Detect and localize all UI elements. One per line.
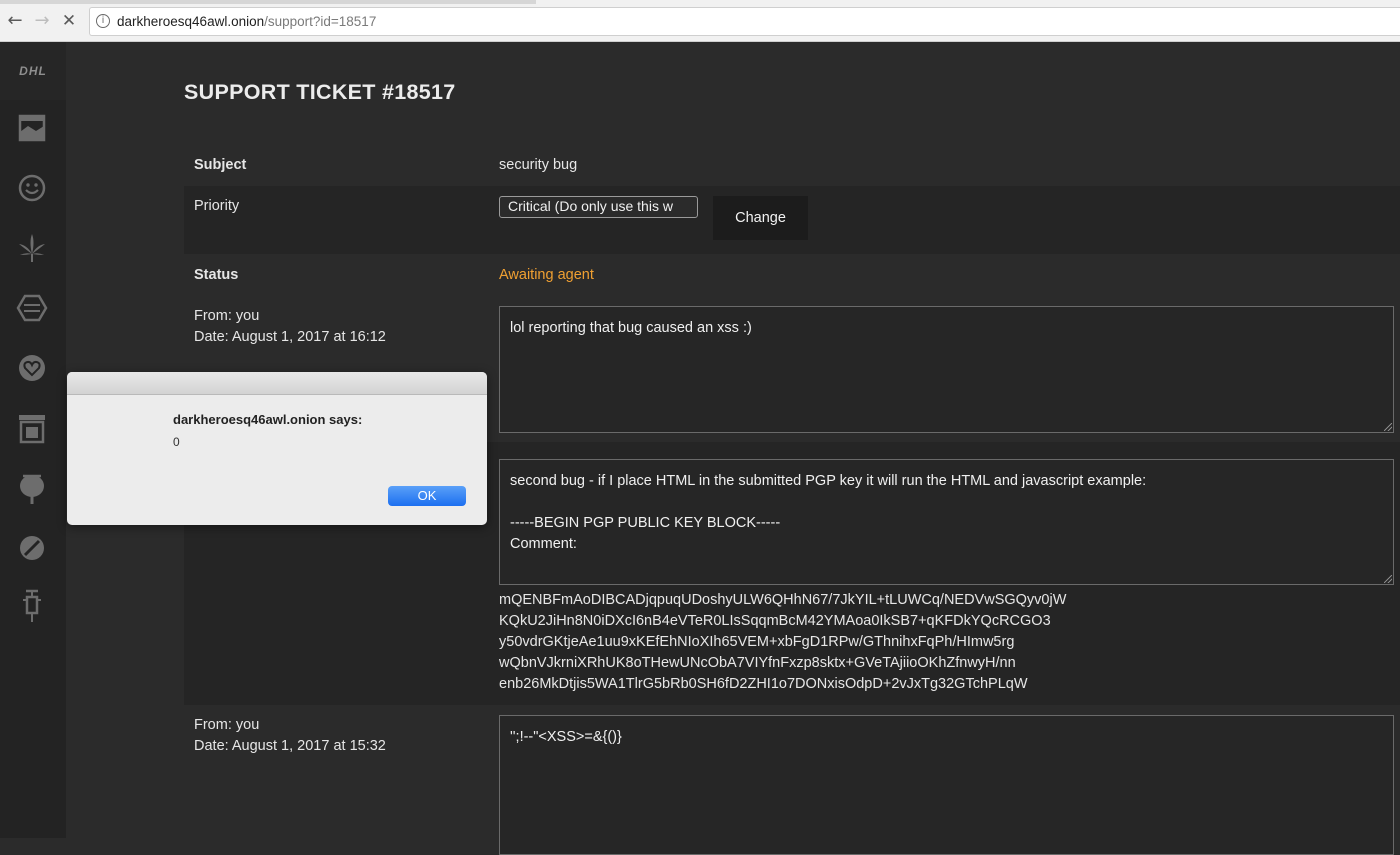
dialog-titlebar[interactable] — [67, 372, 487, 395]
subject-label: Subject — [194, 157, 247, 173]
ok-button[interactable]: OK — [388, 486, 466, 506]
pgp-line: wQbnVJkrniXRhUK8oTHewUNcObA7VIYfnFxzp8sk… — [499, 655, 1016, 671]
status-label: Status — [194, 267, 239, 283]
message-from: From: you — [194, 717, 260, 733]
message-body-text: '';!--"<XSS>=&{()} — [510, 729, 622, 745]
tab-strip — [0, 0, 1400, 4]
smiley-icon[interactable] — [14, 170, 50, 206]
url-host: darkheroesq46awl.onion — [117, 14, 265, 29]
resize-handle-icon[interactable] — [1384, 575, 1392, 583]
pgp-key-text: mQENBFmAoDIBCADjqpuqUDoshyULW6QHhN67/7Jk… — [499, 590, 1066, 695]
url-text[interactable]: darkheroesq46awl.onion/support?id=18517 — [117, 14, 376, 29]
site-logo[interactable]: DHL — [0, 42, 66, 100]
change-priority-button[interactable]: Change — [713, 196, 808, 240]
page-title: SUPPORT TICKET #18517 — [184, 80, 456, 104]
alert-dialog: darkheroesq46awl.onion says: 0 OK — [67, 372, 487, 525]
status-value: Awaiting agent — [499, 267, 594, 283]
dialog-title: darkheroesq46awl.onion says: — [173, 412, 363, 427]
message-body-text: lol reporting that bug caused an xss :) — [510, 320, 752, 336]
resize-handle-icon[interactable] — [1384, 423, 1392, 431]
back-icon[interactable]: ← — [4, 10, 26, 32]
message-from: From: you — [194, 308, 260, 324]
subject-value: security bug — [499, 157, 578, 173]
shop-icon[interactable] — [14, 410, 50, 446]
poppy-icon[interactable] — [14, 470, 50, 506]
forward-icon[interactable]: → — [31, 10, 53, 32]
hexagon-icon[interactable] — [14, 290, 50, 326]
message-body-text: second bug - if I place HTML in the subm… — [510, 473, 1147, 552]
priority-label: Priority — [194, 198, 240, 214]
sidebar: DHL — [0, 42, 66, 838]
priority-select[interactable]: Critical (Do only use this w — [499, 196, 698, 218]
dialog-message: 0 — [173, 435, 180, 449]
browser-toolbar: ← → ✕ i darkheroesq46awl.onion/support?i… — [0, 0, 1400, 42]
heart-circle-icon[interactable] — [14, 350, 50, 386]
message-date: Date: August 1, 2017 at 16:12 — [194, 329, 386, 345]
url-path: /support?id=18517 — [264, 14, 377, 29]
message-body-textarea[interactable]: lol reporting that bug caused an xss :) — [499, 306, 1394, 433]
address-bar[interactable]: i darkheroesq46awl.onion/support?id=1851… — [89, 7, 1400, 36]
pgp-line: enb26MkDtjis5WA1TlrG5bRb0SH6fD2ZHI1o7DON… — [499, 676, 1028, 692]
pgp-line: y50vdrGKtjeAe1uu9xKEfEhNIoXIh65VEM+xbFgD… — [499, 634, 1015, 650]
info-icon[interactable]: i — [96, 14, 110, 28]
store-icon[interactable] — [14, 110, 50, 146]
cannabis-leaf-icon[interactable] — [14, 230, 50, 266]
syringe-icon[interactable] — [14, 588, 50, 624]
message-body-textarea[interactable]: '';!--"<XSS>=&{()} — [499, 715, 1394, 855]
pgp-line: KQkU2JiHn8N0iDXcI6nB4eVTeR0LIsSqqmBcM42Y… — [499, 613, 1051, 629]
stop-icon[interactable]: ✕ — [58, 10, 80, 32]
message-date: Date: August 1, 2017 at 15:32 — [194, 738, 386, 754]
pill-icon[interactable] — [14, 530, 50, 566]
active-tab[interactable] — [536, 0, 1400, 4]
message-body-textarea[interactable]: second bug - if I place HTML in the subm… — [499, 459, 1394, 585]
pgp-line: mQENBFmAoDIBCADjqpuqUDoshyULW6QHhN67/7Jk… — [499, 592, 1067, 608]
